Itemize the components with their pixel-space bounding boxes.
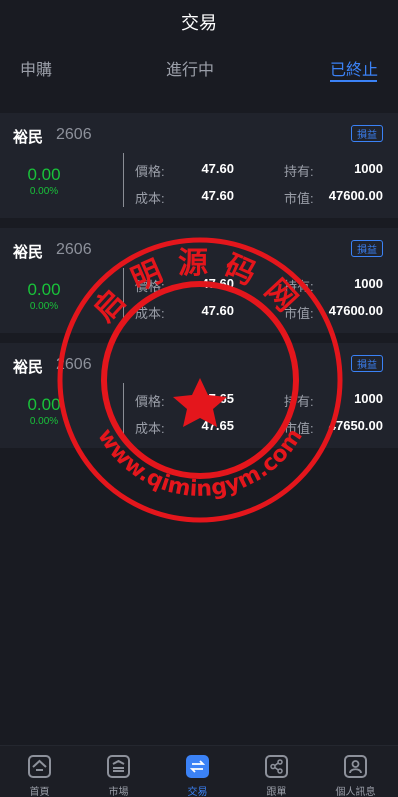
- market-value-label: 市值:: [284, 421, 314, 436]
- hold-label: 持有:: [284, 164, 314, 179]
- pnl-badge-button[interactable]: 損益: [351, 125, 383, 142]
- nav-profile[interactable]: 個人訊息: [316, 746, 395, 797]
- stock-name: 裕民: [13, 244, 44, 261]
- nav-market[interactable]: 市場: [79, 746, 158, 797]
- position-card[interactable]: 裕民 2606 損益 0.00 0.00% 價格: 47.60 持有: 1000…: [0, 228, 398, 333]
- price-label: 價格:: [135, 279, 165, 294]
- hold-value: 1000: [354, 276, 383, 291]
- tab-terminated[interactable]: 已終止: [330, 56, 378, 80]
- nav-follow[interactable]: 跟單: [237, 746, 316, 797]
- tab-bar: 申購 進行中 已終止: [0, 44, 398, 90]
- cost-value: 47.60: [201, 188, 234, 203]
- price-label: 價格:: [135, 394, 165, 409]
- market-value: 47600.00: [328, 188, 383, 203]
- price-label: 價格:: [135, 164, 165, 179]
- hold-label: 持有:: [284, 279, 314, 294]
- hold-label: 持有:: [284, 394, 314, 409]
- market-value-label: 市值:: [284, 191, 314, 206]
- change-value: 0.00: [27, 395, 61, 414]
- change-percent: 0.00%: [29, 186, 59, 197]
- price-value: 47.60: [201, 276, 234, 291]
- nav-label: 交易: [187, 787, 208, 797]
- price-value: 47.65: [201, 391, 234, 406]
- app-root: 交易 申購 進行中 已終止 裕民 2606 損益 0.00 0.00% 價格: …: [0, 0, 398, 797]
- active-tab-indicator: [330, 80, 377, 82]
- market-icon: [107, 755, 130, 778]
- stock-code: 2606: [56, 126, 92, 143]
- nav-label: 個人訊息: [335, 787, 376, 797]
- position-card[interactable]: 裕民 2606 損益 0.00 0.00% 價格: 47.65 持有: 1000…: [0, 343, 398, 448]
- cost-value: 47.60: [201, 303, 234, 318]
- tab-subscribe[interactable]: 申購: [20, 56, 52, 80]
- hold-value: 1000: [354, 391, 383, 406]
- trade-icon: [186, 755, 209, 778]
- market-value: 47600.00: [328, 303, 383, 318]
- page-title: 交易: [181, 13, 217, 33]
- header: 交易: [0, 0, 398, 44]
- nav-label: 首頁: [29, 787, 50, 797]
- market-value-label: 市值:: [284, 306, 314, 321]
- nav-label: 跟單: [266, 787, 287, 797]
- stock-name: 裕民: [13, 359, 44, 376]
- divider: [123, 383, 124, 437]
- nav-trade[interactable]: 交易: [158, 746, 237, 797]
- stock-code: 2606: [56, 241, 92, 258]
- nav-label: 市場: [108, 787, 129, 797]
- position-card[interactable]: 裕民 2606 損益 0.00 0.00% 價格: 47.60 持有: 1000…: [0, 113, 398, 218]
- change-percent: 0.00%: [29, 301, 59, 312]
- stock-code: 2606: [56, 356, 92, 373]
- nav-home[interactable]: 首頁: [0, 746, 79, 797]
- cost-value: 47.65: [201, 418, 234, 433]
- cost-label: 成本:: [135, 421, 165, 436]
- pnl-badge-button[interactable]: 損益: [351, 355, 383, 372]
- hold-value: 1000: [354, 161, 383, 176]
- share-icon: [265, 755, 288, 778]
- cost-label: 成本:: [135, 306, 165, 321]
- change-value: 0.00: [27, 280, 61, 299]
- change-value: 0.00: [27, 165, 61, 184]
- user-icon: [344, 755, 367, 778]
- market-value: 47650.00: [328, 418, 383, 433]
- divider: [123, 268, 124, 322]
- change-percent: 0.00%: [29, 416, 59, 427]
- pnl-badge-button[interactable]: 損益: [351, 240, 383, 257]
- home-icon: [28, 755, 51, 778]
- bottom-nav: 首頁 市場 交易 跟單 個人訊息: [0, 745, 398, 797]
- price-value: 47.60: [201, 161, 234, 176]
- stock-name: 裕民: [13, 129, 44, 146]
- cost-label: 成本:: [135, 191, 165, 206]
- tab-in-progress[interactable]: 進行中: [166, 56, 214, 80]
- divider: [123, 153, 124, 207]
